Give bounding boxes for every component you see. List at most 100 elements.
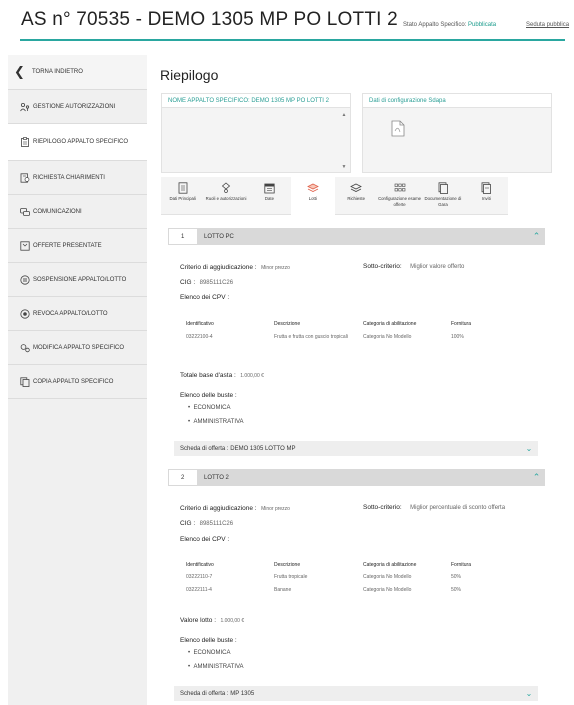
cpv-title: Elenco dei CPV : — [180, 536, 230, 543]
edit-gears-icon — [20, 343, 30, 353]
tab-dati-principali[interactable]: Dati Principali — [161, 177, 204, 215]
status-value: Pubblicata — [468, 22, 497, 28]
document-question-icon — [20, 172, 30, 183]
sidebar-item-label: MODIFICA APPALTO SPECIFICO — [33, 344, 125, 351]
tab-label: Date — [264, 196, 274, 201]
stack-icon — [350, 181, 363, 194]
tab-ruoli-autorizzazioni[interactable]: Ruoli e autorizzazioni — [204, 177, 247, 215]
offer-icon — [20, 240, 30, 251]
valore-lotto-label: Valore lotto : — [180, 617, 217, 624]
cig-row: CIG : 8985111C26 — [180, 271, 233, 289]
scroll-down-icon[interactable]: ▼ — [340, 164, 348, 170]
cig-value: 8985111C26 — [199, 280, 234, 286]
base-asta-value: 1.000,00 € — [240, 373, 264, 379]
sotto-criterio-value: Miglior percentuale di sconto offerta — [410, 505, 506, 511]
scheda-offerta-value: DEMO 1305 LOTTO MP — [230, 445, 296, 452]
pdf-file-icon[interactable] — [391, 120, 405, 142]
docs-icon — [438, 181, 448, 194]
lotto-name: LOTTO 2 — [204, 474, 229, 481]
scrollbar[interactable]: ▲ ▼ — [340, 112, 348, 170]
valore-lotto-row: Valore lotto : 1.000,00 € — [180, 609, 244, 627]
people-key-icon — [20, 102, 30, 112]
sidebar-item-richiesta-chiarimenti[interactable]: RICHIESTA CHIARIMENTI — [8, 161, 147, 195]
tab-label: Richieste — [347, 196, 366, 201]
tab-date[interactable]: Date — [248, 177, 291, 215]
cpv-cell: Frutta e frutta con guscio tropicali — [274, 334, 348, 340]
tab-label: Configurazione esame offerte — [378, 196, 422, 207]
sidebar-item-copia[interactable]: COPIA APPALTO SPECIFICO — [8, 365, 147, 399]
sidebar-item-offerte-presentate[interactable]: OFFERTE PRESENTATE — [8, 229, 147, 263]
busta-item: • AMMINISTRATIVA — [188, 664, 244, 670]
back-button[interactable]: ❮ TORNA INDIETRO — [8, 55, 147, 90]
cig-label: CIG : — [180, 279, 196, 286]
col-header: Descrizione — [274, 562, 301, 568]
lotto-header[interactable]: 1 LOTTO PC ⌃ — [168, 228, 545, 245]
chevron-up-icon[interactable]: ⌃ — [528, 231, 545, 242]
tab-inviti[interactable]: Inviti — [465, 177, 508, 215]
sidebar-item-label: OFFERTE PRESENTATE — [33, 242, 102, 249]
base-asta-row: Totale base d'asta : 1.000,00 € — [180, 364, 264, 382]
status-text: Stato Appalto Specifico: Pubblicata — [403, 22, 496, 28]
sidebar-item-label: GESTIONE AUTORIZZAZIONI — [33, 103, 116, 110]
sotto-criterio-label: Sotto-criterio: — [363, 504, 402, 511]
sidebar-item-revoca[interactable]: REVOCA APPALTO/LOTTO — [8, 297, 147, 331]
scheda-offerta-dropdown[interactable]: Scheda di offerta : MP 1305 ⌄ — [174, 686, 538, 701]
sidebar-item-label: COMUNICAZIONI — [33, 208, 82, 215]
criterio-label: Criterio di aggiudicazione : — [180, 505, 257, 512]
criterio-label: Criterio di aggiudicazione : — [180, 264, 257, 271]
lotto-name: LOTTO PC — [204, 233, 234, 240]
scroll-up-icon[interactable]: ▲ — [340, 112, 348, 118]
col-header: Categoria di abilitazione — [363, 321, 417, 327]
scheda-offerta-label: Scheda di offerta : — [180, 445, 229, 452]
revoke-icon — [20, 308, 30, 319]
tab-label: Documentazione di Gara — [424, 196, 462, 207]
sidebar-item-label: RICHIESTA CHIARIMENTI — [33, 174, 105, 181]
chevron-down-icon[interactable]: ⌄ — [520, 444, 538, 453]
chevron-left-icon: ❮ — [14, 64, 25, 79]
cpv-cell: Categoria No Modello — [363, 334, 412, 340]
chat-icon — [20, 207, 30, 217]
sidebar-item-gestione-autorizzazioni[interactable]: GESTIONE AUTORIZZAZIONI — [8, 90, 147, 124]
busta-label: ECONOMICA — [193, 405, 231, 411]
lotto-header[interactable]: 2 LOTTO 2 ⌃ — [168, 469, 545, 486]
tab-richieste[interactable]: Richieste — [335, 177, 378, 215]
tab-configurazione[interactable]: Configurazione esame offerte — [378, 177, 421, 215]
cig-row: CIG : 8985111C26 — [180, 512, 233, 530]
grid-icon — [394, 181, 406, 194]
card-header: NOME APPALTO SPECIFICO: DEMO 1305 MP PO … — [162, 94, 350, 108]
cpv-cell: 50% — [451, 587, 462, 593]
valore-lotto-value: 1.000,00 € — [220, 618, 245, 624]
copy-icon — [20, 376, 30, 387]
tab-label: Lotti — [308, 196, 317, 201]
cpv-cell: 100% — [451, 334, 464, 340]
sotto-criterio-label: Sotto-criterio: — [363, 263, 402, 270]
sidebar-item-riepilogo[interactable]: RIEPILOGO APPALTO SPECIFICO — [8, 124, 147, 161]
chevron-up-icon[interactable]: ⌃ — [528, 472, 545, 483]
scheda-offerta-dropdown[interactable]: Scheda di offerta : DEMO 1305 LOTTO MP ⌄ — [174, 441, 538, 456]
sidebar-item-comunicazioni[interactable]: COMUNICAZIONI — [8, 195, 147, 229]
cig-value: 8985111C26 — [199, 521, 234, 527]
clipboard-icon — [20, 137, 30, 147]
sidebar-item-label: REVOCA APPALTO/LOTTO — [33, 310, 108, 317]
scheda-offerta-value: MP 1305 — [230, 690, 255, 697]
tab-lotti[interactable]: Lotti — [291, 177, 335, 215]
sotto-criterio-row: Sotto-criterio: Miglior percentuale di s… — [363, 496, 505, 514]
tab-documentazione[interactable]: Documentazione di Gara — [421, 177, 464, 215]
scheda-offerta-text: Scheda di offerta : MP 1305 — [180, 691, 520, 697]
chevron-down-icon[interactable]: ⌄ — [520, 689, 538, 698]
col-header: Identificativo — [186, 562, 214, 568]
scheda-offerta-text: Scheda di offerta : DEMO 1305 LOTTO MP — [180, 446, 520, 452]
cpv-cell: 03222111-4 — [186, 587, 212, 593]
sidebar-item-modifica[interactable]: MODIFICA APPALTO SPECIFICO — [8, 331, 147, 365]
scheda-offerta-label: Scheda di offerta : — [180, 690, 229, 697]
cpv-cell: 50% — [451, 574, 462, 580]
lotto-number: 2 — [168, 469, 198, 486]
section-title: Riepilogo — [160, 67, 219, 83]
lotto-number: 1 — [168, 228, 198, 245]
sidebar-item-sospensione[interactable]: SOSPENSIONE APPALTO/LOTTO — [8, 263, 147, 297]
tab-label: Dati Principali — [169, 196, 196, 201]
cpv-cell: Banane — [274, 587, 292, 593]
seduta-pubblica-link[interactable]: Seduta pubblica — [526, 22, 569, 28]
busta-label: AMMINISTRATIVA — [193, 664, 244, 670]
sotto-criterio-value: Miglior valore offerto — [410, 264, 465, 270]
